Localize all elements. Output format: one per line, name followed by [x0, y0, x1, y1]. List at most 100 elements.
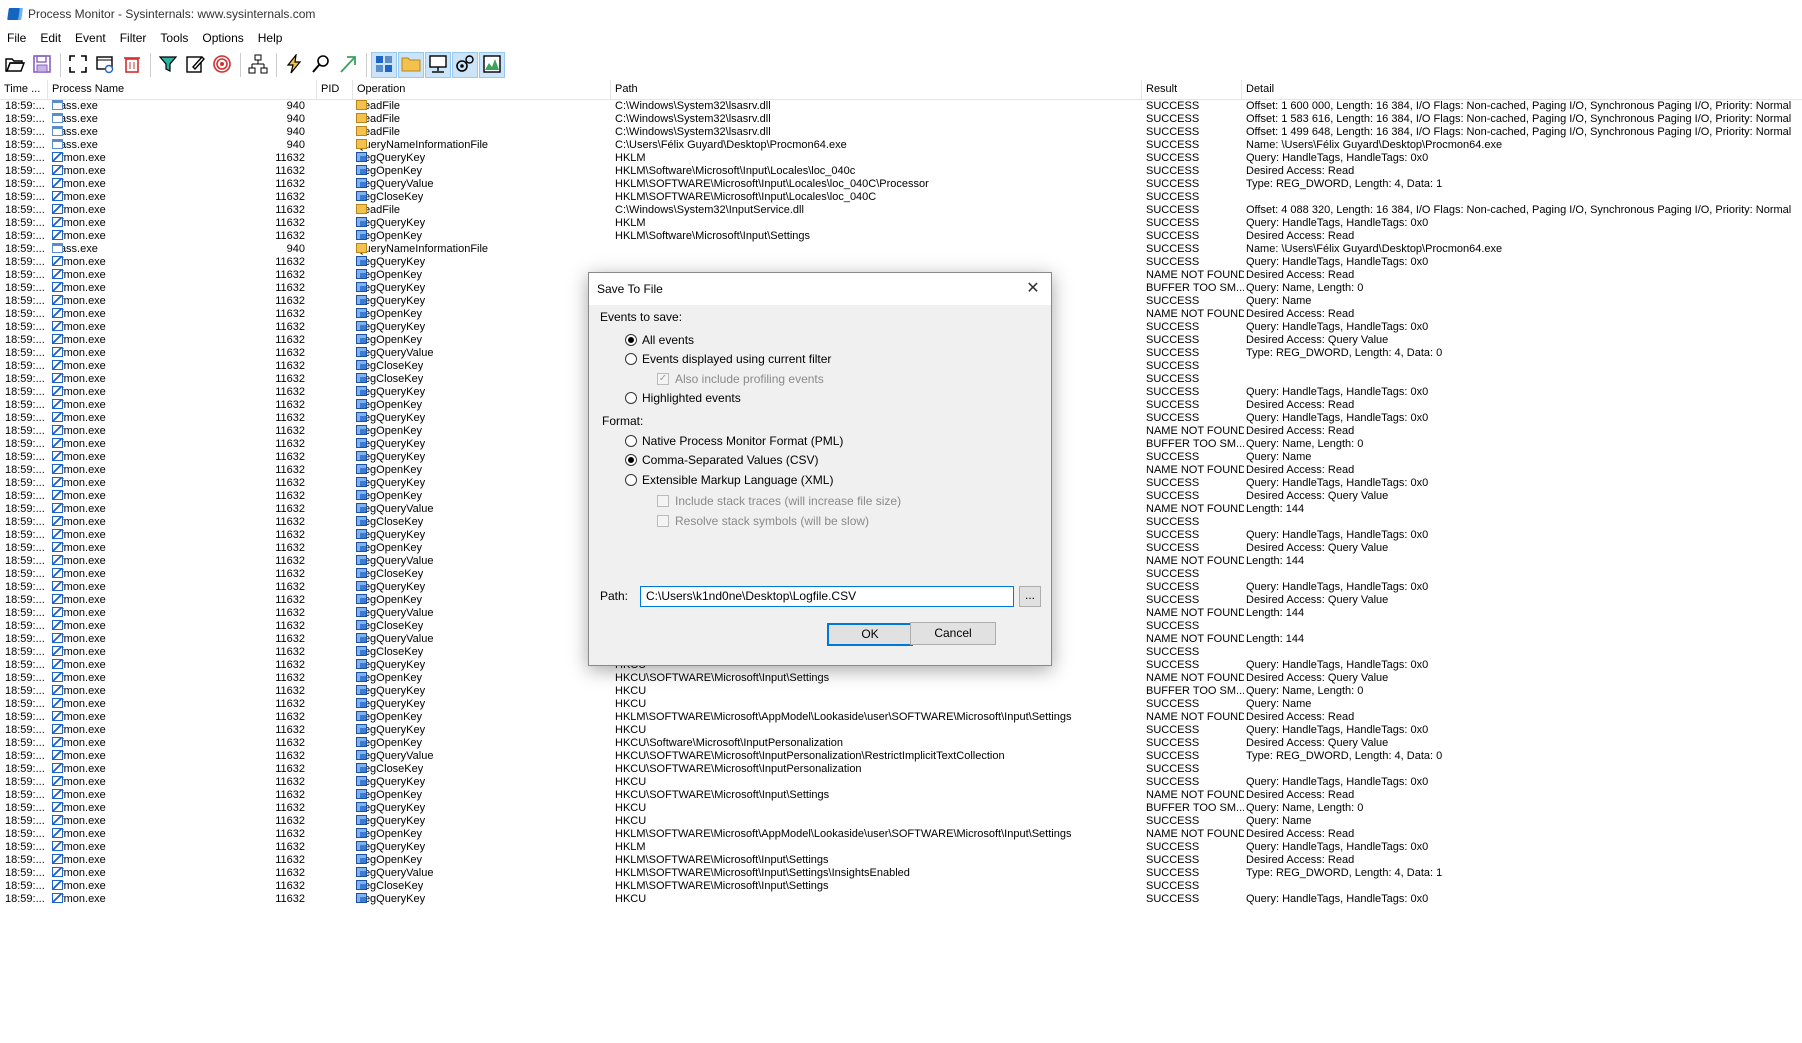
cell-detail: Query: HandleTags, HandleTags: 0x0	[1246, 841, 1429, 853]
close-icon[interactable]: ✕	[1023, 279, 1043, 299]
table-row[interactable]: 18:59:... ctfmon.exe 11632 RegQueryKey HKCU S…	[0, 893, 1802, 906]
table-row[interactable]: 18:59:... ctfmon.exe 11632 RegCloseKey HKCU\…	[0, 763, 1802, 776]
table-row[interactable]: 18:59:... ctfmon.exe 11632 RegQueryKey HKCU S…	[0, 815, 1802, 828]
column-header-pid[interactable]: PID	[317, 80, 353, 99]
table-row[interactable]: 18:59:... ctfmon.exe 11632 RegQueryValue HKL…	[0, 178, 1802, 191]
cell-detail: Desired Access: Read	[1246, 425, 1355, 437]
target-button[interactable]	[209, 52, 235, 78]
radio-format-xml[interactable]: Extensible Markup Language (XML)	[625, 473, 833, 487]
process-tree-button[interactable]	[245, 52, 271, 78]
table-row[interactable]: 18:59:... ctfmon.exe 11632 RegOpenKey HKCU\S…	[0, 672, 1802, 685]
radio-indicator[interactable]	[625, 474, 637, 486]
cell-pid: 940	[286, 113, 305, 125]
menu-filter[interactable]: Filter	[113, 31, 154, 45]
checkbox-include-stack-traces-label: Include stack traces (will increase file…	[675, 494, 902, 508]
open-folder-button[interactable]	[2, 52, 28, 78]
table-row[interactable]: 18:59:... ctfmon.exe 11632 RegQueryKey HKCU S…	[0, 724, 1802, 737]
table-row[interactable]: 18:59:... ctfmon.exe 11632 RegOpenKey HKLM\S…	[0, 828, 1802, 841]
profiling-activity-button[interactable]	[479, 52, 505, 78]
table-row[interactable]: 18:59:... ctfmon.exe 11632 RegQueryKey HKCU S…	[0, 776, 1802, 789]
find-button[interactable]	[308, 52, 334, 78]
path-input[interactable]: C:\Users\k1nd0ne\Desktop\Logfile.CSV	[640, 586, 1014, 607]
cell-process-name: ctfmon.exe	[52, 880, 252, 893]
ctfmon-process-icon	[52, 165, 63, 175]
jump-button[interactable]	[335, 52, 361, 78]
registry-operation-icon	[356, 230, 367, 240]
radio-format-pml[interactable]: Native Process Monitor Format (PML)	[625, 434, 843, 448]
table-row[interactable]: 18:59:... ctfmon.exe 11632 RegCloseKey HKLM\…	[0, 191, 1802, 204]
cell-operation: RegCloseKey	[356, 516, 606, 529]
table-row[interactable]: 18:59:... ctfmon.exe 11632 RegCloseKey HKLM\…	[0, 880, 1802, 893]
cell-process-name: ctfmon.exe	[52, 529, 252, 542]
column-header-time[interactable]: Time ...	[0, 80, 48, 99]
table-row[interactable]: 18:59:... ctfmon.exe 11632 RegQueryValue HKL…	[0, 867, 1802, 880]
radio-format-csv[interactable]: Comma-Separated Values (CSV)	[625, 453, 819, 467]
table-row[interactable]: 18:59:... ctfmon.exe 11632 RegOpenKey HKLM\S…	[0, 711, 1802, 724]
menu-edit[interactable]: Edit	[33, 31, 68, 45]
table-row[interactable]: 18:59:... lsass.exe 940 QueryNameInformatio…	[0, 139, 1802, 152]
menu-event[interactable]: Event	[68, 31, 113, 45]
browse-button[interactable]: ...	[1019, 586, 1041, 607]
table-row[interactable]: 18:59:... ctfmon.exe 11632 RegQueryKey HKCU S…	[0, 698, 1802, 711]
column-header-process-name[interactable]: Process Name	[48, 80, 317, 99]
column-header-path[interactable]: Path	[611, 80, 1142, 99]
table-row[interactable]: 18:59:... ctfmon.exe 11632 RegQueryKey HKLM S…	[0, 841, 1802, 854]
radio-indicator[interactable]	[625, 454, 637, 466]
menu-options[interactable]: Options	[195, 31, 250, 45]
ctfmon-process-icon	[52, 646, 63, 656]
autoscroll-button[interactable]	[65, 52, 91, 78]
menu-tools[interactable]: Tools	[153, 31, 195, 45]
ctfmon-process-icon	[52, 841, 63, 851]
table-row[interactable]: 18:59:... lsass.exe 940 ReadFile C:\Windows\…	[0, 113, 1802, 126]
file-activity-button[interactable]	[398, 52, 424, 78]
table-row[interactable]: 18:59:... ctfmon.exe 11632 RegOpenKey HKCU\S…	[0, 737, 1802, 750]
table-row[interactable]: 18:59:... ctfmon.exe 11632 RegQueryKey HKCU B…	[0, 802, 1802, 815]
table-row[interactable]: 18:59:... ctfmon.exe 11632 RegOpenKey HKLM\S…	[0, 230, 1802, 243]
radio-all-events[interactable]: All events	[625, 333, 694, 347]
radio-indicator[interactable]	[625, 435, 637, 447]
save-button[interactable]	[29, 52, 55, 78]
cell-detail: Query: Name	[1246, 451, 1312, 463]
highlight-button[interactable]	[182, 52, 208, 78]
table-row[interactable]: 18:59:... ctfmon.exe 11632 RegOpenKey HKLM\S…	[0, 854, 1802, 867]
column-header-operation[interactable]: Operation	[353, 80, 611, 99]
radio-filtered-events[interactable]: Events displayed using current filter	[625, 352, 831, 366]
table-row[interactable]: 18:59:... ctfmon.exe 11632 RegOpenKey HKCU\S…	[0, 789, 1802, 802]
cell-result: SUCCESS	[1146, 724, 1200, 736]
capture-icon	[95, 54, 115, 77]
table-row[interactable]: 18:59:... ctfmon.exe 11632 RegQueryKey SUCCE…	[0, 256, 1802, 269]
table-row[interactable]: 18:59:... lsass.exe 940 ReadFile C:\Windows\…	[0, 126, 1802, 139]
ctfmon-process-icon	[52, 477, 63, 487]
radio-indicator[interactable]	[625, 353, 637, 365]
events-button[interactable]	[281, 52, 307, 78]
radio-indicator[interactable]	[625, 334, 637, 346]
registry-operation-icon	[356, 724, 367, 734]
ctfmon-process-icon	[52, 204, 63, 214]
capture-button[interactable]	[92, 52, 118, 78]
cell-detail: Query: HandleTags, HandleTags: 0x0	[1246, 529, 1429, 541]
table-row[interactable]: 18:59:... ctfmon.exe 11632 RegQueryKey HKCU B…	[0, 685, 1802, 698]
table-row[interactable]: 18:59:... ctfmon.exe 11632 RegQueryKey HKLM S…	[0, 152, 1802, 165]
radio-highlighted-events[interactable]: Highlighted events	[625, 391, 741, 405]
table-row[interactable]: 18:59:... ctfmon.exe 11632 ReadFile C:\Windo…	[0, 204, 1802, 217]
cell-operation: RegOpenKey	[356, 711, 606, 724]
menu-help[interactable]: Help	[251, 31, 290, 45]
process-activity-button[interactable]	[452, 52, 478, 78]
table-row[interactable]: 18:59:... ctfmon.exe 11632 RegQueryKey HKLM S…	[0, 217, 1802, 230]
ok-button[interactable]: OK	[827, 623, 913, 646]
cell-result: NAME NOT FOUND	[1146, 672, 1244, 684]
menu-file[interactable]: File	[0, 31, 33, 45]
network-activity-button[interactable]	[425, 52, 451, 78]
column-header-result[interactable]: Result	[1142, 80, 1242, 99]
cell-time: 18:59:...	[5, 477, 45, 489]
radio-indicator[interactable]	[625, 392, 637, 404]
table-row[interactable]: 18:59:... lsass.exe 940 ReadFile C:\Windows\…	[0, 100, 1802, 113]
column-header-detail[interactable]: Detail	[1242, 80, 1802, 99]
filter-button[interactable]	[155, 52, 181, 78]
table-row[interactable]: 18:59:... ctfmon.exe 11632 RegOpenKey HKLM\S…	[0, 165, 1802, 178]
registry-activity-button[interactable]	[371, 52, 397, 78]
table-row[interactable]: 18:59:... ctfmon.exe 11632 RegQueryValue HKC…	[0, 750, 1802, 763]
clear-button[interactable]	[119, 52, 145, 78]
cancel-button[interactable]: Cancel	[910, 622, 996, 645]
table-row[interactable]: 18:59:... lsass.exe 940 QueryNameInformatio…	[0, 243, 1802, 256]
